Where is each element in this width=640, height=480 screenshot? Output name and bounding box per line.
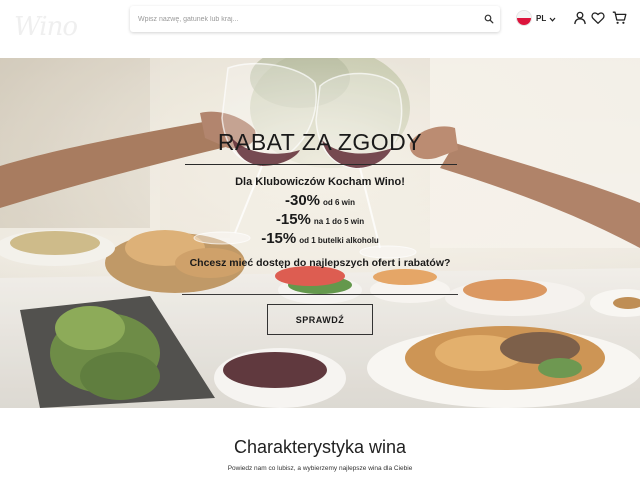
offer-line: -30% od 6 win [0, 192, 640, 210]
hero-question: Chcesz mieć dostęp do najlepszych ofert … [189, 257, 451, 269]
offer-percent: -30% [284, 192, 321, 209]
offer-percent: -15% [275, 211, 311, 228]
offer-text: od 1 butelki alkoholu [299, 236, 379, 245]
heart-icon[interactable] [591, 11, 605, 25]
offer-percent: -15% [261, 230, 297, 247]
site-header: Wino PL [0, 0, 640, 58]
hero-divider [185, 164, 457, 165]
offer-text: na 1 do 5 win [313, 217, 365, 226]
section-subtitle: Powiedz nam co lubisz, a wybierzemy najl… [227, 465, 413, 472]
poland-flag-icon [516, 10, 532, 26]
section-title: Charakterystyka wina [233, 437, 407, 457]
offer-text: od 6 win [323, 198, 356, 207]
search-icon[interactable] [484, 14, 494, 24]
offer-line: -15% od 1 butelki alkoholu [0, 230, 640, 248]
language-selector[interactable]: PL [516, 10, 556, 26]
language-code: PL [536, 13, 547, 23]
check-offer-button[interactable]: SPRAWDŹ [267, 304, 373, 335]
page: Wino PL [0, 0, 640, 480]
hero-banner: RABAT ZA ZGODY Dla Klubowiczów Kocham Wi… [0, 58, 640, 408]
site-logo[interactable]: Wino [14, 12, 94, 46]
offer-line: -15% na 1 do 5 win [0, 211, 640, 229]
hero-divider-bottom [182, 294, 458, 295]
chevron-down-icon [549, 9, 556, 27]
hero-content: RABAT ZA ZGODY Dla Klubowiczów Kocham Wi… [0, 58, 640, 408]
hero-title: RABAT ZA ZGODY [217, 129, 423, 155]
search-input[interactable] [138, 9, 473, 29]
user-icon[interactable] [573, 11, 587, 25]
hero-subtitle: Dla Klubowiczów Kocham Wino! [235, 176, 405, 188]
cart-icon[interactable] [612, 11, 627, 25]
search-bar [130, 6, 500, 32]
